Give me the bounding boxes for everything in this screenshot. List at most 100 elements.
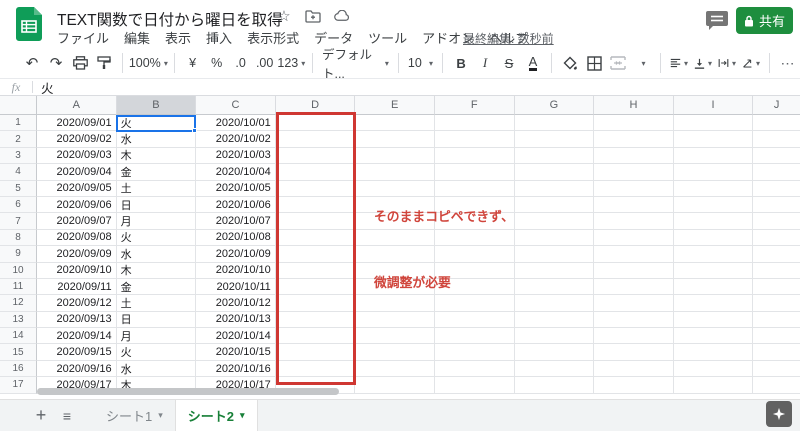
cell-G6[interactable] [514, 196, 595, 214]
cell-G4[interactable] [514, 164, 595, 181]
cell-A14[interactable]: 2020/09/14 [37, 328, 117, 345]
cell-C11[interactable]: 2020/10/11 [196, 278, 276, 296]
text-rotation-button[interactable]: ▾ [739, 51, 763, 75]
borders-button[interactable] [582, 51, 606, 75]
cell-H13[interactable] [594, 311, 674, 329]
cell-I6[interactable] [673, 196, 754, 214]
cell-D15[interactable] [275, 344, 356, 361]
cell-I12[interactable] [673, 295, 754, 312]
row-header-11[interactable]: 11 [0, 278, 37, 296]
increase-decimal-button[interactable]: .00 [253, 51, 277, 75]
cell-G17[interactable] [514, 377, 595, 394]
text-wrap-button[interactable]: ▾ [715, 51, 739, 75]
cell-B16[interactable]: 水 [116, 360, 197, 378]
cell-A16[interactable]: 2020/09/16 [37, 360, 117, 378]
cell-J13[interactable] [753, 312, 800, 329]
cell-F1[interactable] [434, 115, 515, 132]
cell-A5[interactable]: 2020/09/05 [37, 180, 117, 197]
cell-C10[interactable]: 2020/10/10 [196, 262, 276, 279]
row-header-1[interactable]: 1 [0, 115, 37, 132]
cell-B14[interactable]: 月 [116, 328, 197, 345]
cell-C15[interactable]: 2020/10/15 [196, 344, 276, 361]
menu-format[interactable]: 表示形式 [247, 28, 299, 47]
cell-I3[interactable] [673, 147, 754, 165]
cell-G15[interactable] [514, 344, 595, 361]
cell-J10[interactable] [753, 263, 800, 279]
cell-B4[interactable]: 金 [116, 164, 197, 181]
format-percent-button[interactable]: % [205, 51, 229, 75]
cell-J3[interactable] [753, 148, 800, 165]
cell-J4[interactable] [753, 164, 800, 181]
cell-D9[interactable] [275, 246, 356, 263]
cell-H2[interactable] [594, 131, 674, 148]
cell-H4[interactable] [594, 164, 674, 181]
cell-D7[interactable] [275, 213, 356, 230]
cell-D8[interactable] [275, 229, 356, 247]
row-header-16[interactable]: 16 [0, 360, 37, 378]
italic-button[interactable]: I [473, 51, 497, 75]
cell-F2[interactable] [434, 131, 515, 148]
cell-E17[interactable] [355, 377, 435, 394]
cell-C16[interactable]: 2020/10/16 [196, 360, 276, 378]
star-icon[interactable]: ☆ [276, 8, 292, 25]
cell-B6[interactable]: 日 [116, 196, 197, 214]
cell-C12[interactable]: 2020/10/12 [196, 295, 276, 312]
row-header-5[interactable]: 5 [0, 180, 37, 197]
cell-I17[interactable] [673, 377, 754, 394]
cell-J2[interactable] [753, 131, 800, 148]
cell-H15[interactable] [594, 344, 674, 361]
cell-B13[interactable]: 日 [116, 311, 197, 329]
cell-J6[interactable] [753, 197, 800, 214]
column-header-I[interactable]: I [673, 96, 754, 115]
row-header-6[interactable]: 6 [0, 196, 37, 214]
cell-C3[interactable]: 2020/10/03 [196, 147, 276, 165]
column-header-F[interactable]: F [434, 96, 515, 115]
cell-A13[interactable]: 2020/09/13 [37, 311, 117, 329]
row-header-2[interactable]: 2 [0, 131, 37, 148]
move-to-folder-icon[interactable] [305, 8, 321, 24]
cell-E2[interactable] [355, 131, 435, 148]
cell-I9[interactable] [673, 246, 754, 263]
cell-A12[interactable]: 2020/09/12 [37, 295, 117, 312]
cell-F16[interactable] [434, 360, 515, 378]
column-header-J[interactable]: J [753, 96, 800, 115]
cell-B7[interactable]: 月 [116, 213, 197, 230]
cell-I1[interactable] [673, 115, 754, 132]
cell-B3[interactable]: 木 [116, 147, 197, 165]
cell-G1[interactable] [514, 115, 595, 132]
cell-H9[interactable] [594, 246, 674, 263]
cell-H6[interactable] [594, 196, 674, 214]
merge-cells-button[interactable] [606, 51, 630, 75]
cell-H11[interactable] [594, 278, 674, 296]
cell-F17[interactable] [434, 377, 515, 394]
cell-J7[interactable] [753, 213, 800, 230]
cell-B15[interactable]: 火 [116, 344, 197, 361]
cell-D14[interactable] [275, 328, 356, 345]
menu-view[interactable]: 表示 [165, 28, 191, 47]
cell-I11[interactable] [673, 278, 754, 296]
cell-D16[interactable] [275, 360, 356, 378]
fill-color-button[interactable] [558, 51, 582, 75]
cell-A9[interactable]: 2020/09/09 [37, 246, 117, 263]
cell-H8[interactable] [594, 229, 674, 247]
last-edit-link[interactable]: 最終編集: 数秒前 [463, 30, 554, 47]
row-header-7[interactable]: 7 [0, 213, 37, 230]
cell-H3[interactable] [594, 147, 674, 165]
cell-I14[interactable] [673, 328, 754, 345]
column-header-C[interactable]: C [196, 96, 276, 115]
share-button[interactable]: 共有 [736, 7, 793, 34]
cell-C6[interactable]: 2020/10/06 [196, 196, 276, 214]
cell-G16[interactable] [514, 360, 595, 378]
text-color-button[interactable]: A [521, 51, 545, 75]
cell-G9[interactable] [514, 246, 595, 263]
column-header-H[interactable]: H [594, 96, 674, 115]
cell-G2[interactable] [514, 131, 595, 148]
cell-E15[interactable] [355, 344, 435, 361]
column-header-G[interactable]: G [514, 96, 595, 115]
cell-I8[interactable] [673, 229, 754, 247]
cell-D6[interactable] [275, 196, 356, 214]
column-header-A[interactable]: A [37, 96, 117, 115]
cell-E1[interactable] [355, 115, 435, 132]
cell-A4[interactable]: 2020/09/04 [37, 164, 117, 181]
cell-D3[interactable] [275, 147, 356, 165]
